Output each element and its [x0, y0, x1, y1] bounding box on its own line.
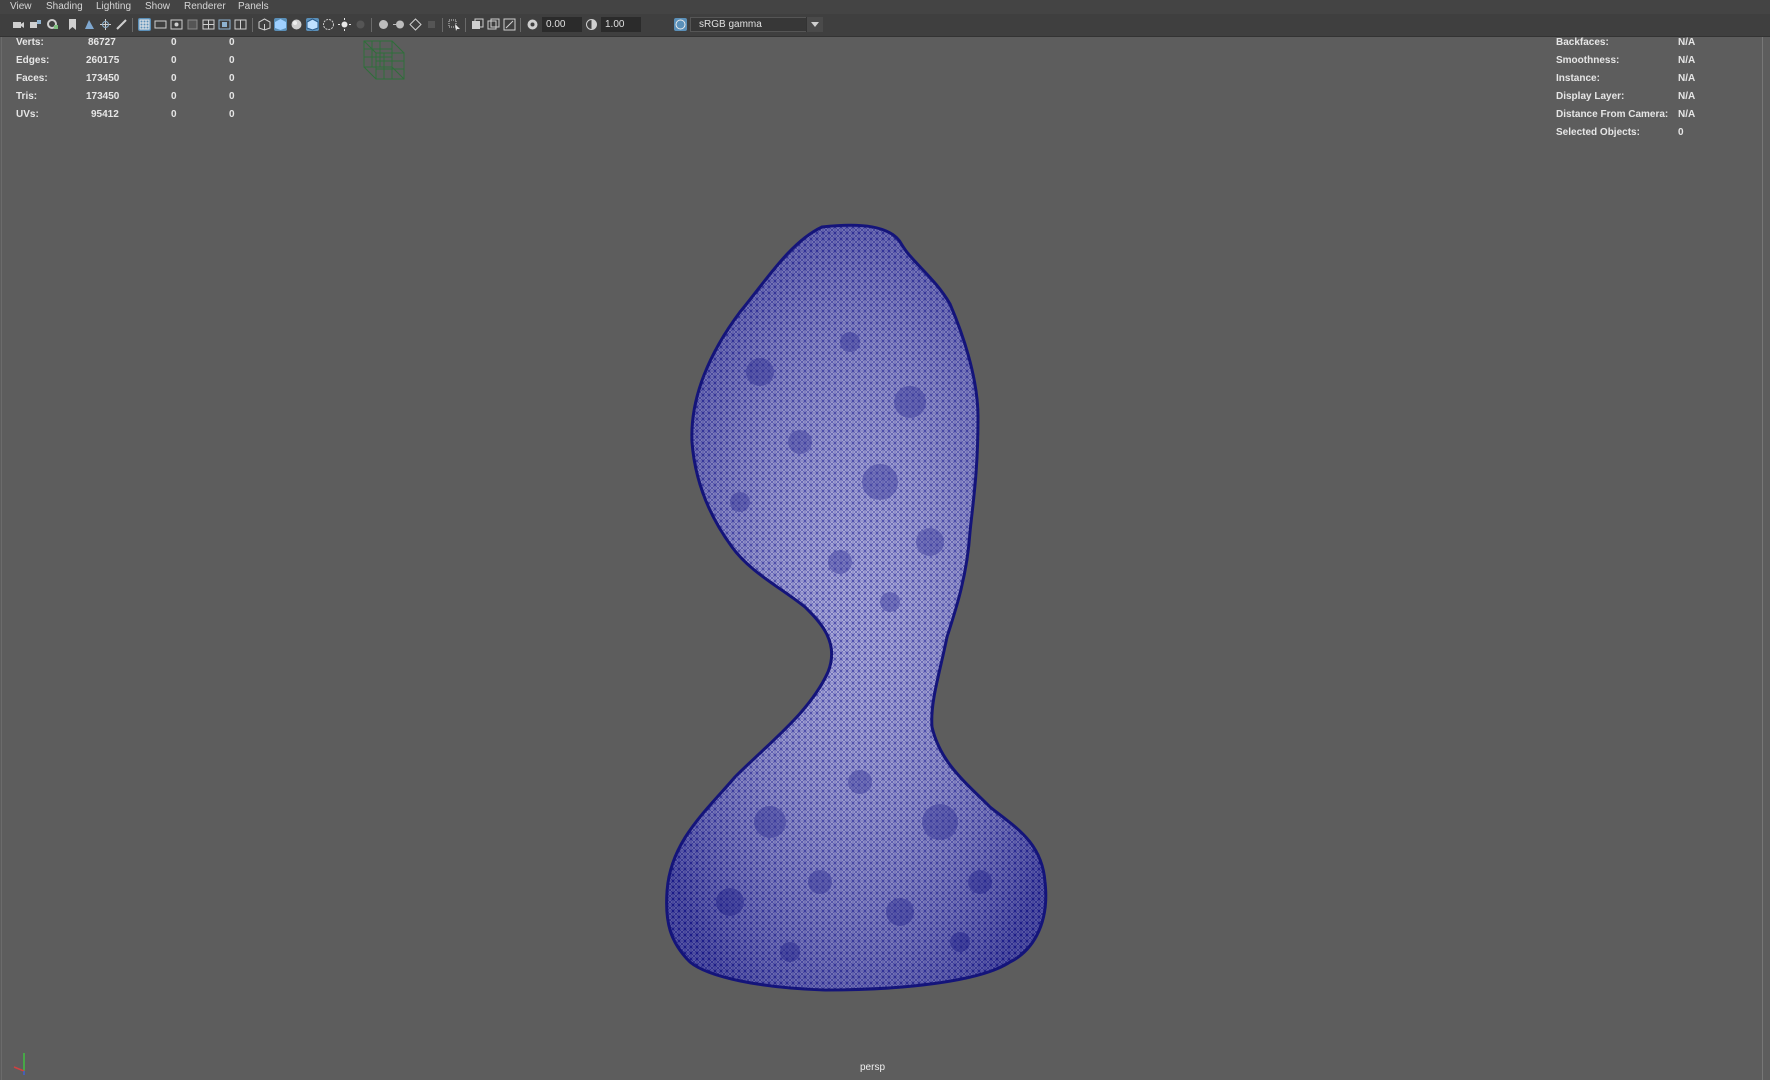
- shadows-icon[interactable]: [354, 18, 367, 31]
- film-gate-icon[interactable]: [154, 18, 167, 31]
- use-all-lights-icon[interactable]: [338, 18, 351, 31]
- menu-show[interactable]: Show: [145, 1, 170, 13]
- gate-mask-icon[interactable]: [186, 18, 199, 31]
- toolbar-separator: [520, 18, 521, 32]
- textures-icon[interactable]: [503, 18, 516, 31]
- uvs-components: 0: [229, 109, 235, 120]
- toolbar-separator: [465, 18, 466, 32]
- image-plane-icon[interactable]: [83, 18, 96, 31]
- default-material-icon[interactable]: [290, 18, 303, 31]
- display-layer-label: Display Layer:: [1556, 91, 1625, 102]
- smooth-shade-icon[interactable]: [274, 18, 287, 31]
- tris-label: Tris:: [16, 91, 38, 102]
- toolbar-separator: [132, 18, 133, 32]
- 2d-pan-zoom-icon[interactable]: [99, 18, 112, 31]
- motion-blur-icon[interactable]: [393, 18, 406, 31]
- camera-name-label: persp: [860, 1062, 886, 1073]
- resolution-gate-icon[interactable]: [170, 18, 183, 31]
- color-space-dropdown[interactable]: sRGB gamma: [690, 17, 823, 32]
- menu-renderer[interactable]: Renderer: [184, 1, 226, 13]
- smoothness-label: Smoothness:: [1556, 55, 1620, 66]
- menu-panels[interactable]: Panels: [238, 1, 269, 13]
- wireframe-icon[interactable]: [258, 18, 271, 31]
- distance-from-camera-value: N/A: [1678, 109, 1696, 120]
- smoothness-value: N/A: [1678, 55, 1696, 66]
- backfaces-label: Backfaces:: [1556, 37, 1609, 48]
- bookmark-camera-icon[interactable]: [46, 18, 59, 31]
- faces-components: 0: [229, 73, 235, 84]
- backfaces-value: N/A: [1678, 37, 1696, 48]
- safe-action-icon[interactable]: [218, 18, 231, 31]
- verts-components: 0: [229, 37, 235, 48]
- tris-components: 0: [229, 91, 235, 102]
- field-chart-icon[interactable]: [202, 18, 215, 31]
- select-camera-icon[interactable]: [12, 18, 25, 31]
- anti-aliasing-icon[interactable]: [409, 18, 422, 31]
- selected-objects-label: Selected Objects:: [1556, 127, 1640, 138]
- isolate-select-icon[interactable]: [448, 18, 461, 31]
- uvs-label: UVs:: [16, 109, 39, 120]
- menu-view[interactable]: View: [10, 1, 32, 13]
- xray-icon[interactable]: [322, 18, 335, 31]
- selected-objects-value: 0: [1678, 127, 1684, 138]
- panel-menu-bar: View Shading Lighting Show Renderer Pane…: [0, 0, 1770, 14]
- safe-title-icon[interactable]: [234, 18, 247, 31]
- color-management-icon[interactable]: [674, 18, 687, 31]
- faces-label: Faces:: [16, 73, 48, 84]
- edges-selected: 0: [171, 55, 177, 66]
- faces-value: 173450: [86, 73, 120, 84]
- viewport-left-border: [1, 37, 2, 1080]
- gamma-field[interactable]: 1.00: [601, 17, 641, 32]
- edges-value: 260175: [86, 55, 120, 66]
- gamma-icon[interactable]: [585, 18, 598, 31]
- uvs-value: 95412: [91, 109, 119, 120]
- toolbar-separator: [442, 18, 443, 32]
- grid-icon[interactable]: [138, 18, 151, 31]
- instance-label: Instance:: [1556, 73, 1600, 84]
- viewport-right-border: [1762, 37, 1763, 1080]
- tris-selected: 0: [171, 91, 177, 102]
- panel-toolbar: 0.00 1.00 sRGB gamma: [0, 14, 1770, 37]
- menu-lighting[interactable]: Lighting: [96, 1, 131, 13]
- depth-of-field-icon[interactable]: [425, 18, 438, 31]
- edges-label: Edges:: [16, 55, 50, 66]
- faces-selected: 0: [171, 73, 177, 84]
- toolbar-separator: [371, 18, 372, 32]
- chevron-down-icon[interactable]: [806, 17, 823, 32]
- xray-active-components-icon[interactable]: [487, 18, 500, 31]
- verts-value: 86727: [88, 37, 116, 48]
- view-cube-icon[interactable]: [360, 37, 408, 82]
- screen-space-ao-icon[interactable]: [377, 18, 390, 31]
- toolbar-separator: [252, 18, 253, 32]
- edges-components: 0: [229, 55, 235, 66]
- menu-shading[interactable]: Shading: [46, 1, 83, 13]
- grease-pencil-icon[interactable]: [115, 18, 128, 31]
- exposure-field[interactable]: 0.00: [542, 17, 582, 32]
- display-layer-value: N/A: [1678, 91, 1696, 102]
- distance-from-camera-label: Distance From Camera:: [1556, 109, 1669, 120]
- wireframe-mesh[interactable]: [640, 182, 1060, 992]
- xray-joints-icon[interactable]: [471, 18, 484, 31]
- verts-label: Verts:: [16, 37, 44, 48]
- verts-selected: 0: [171, 37, 177, 48]
- instance-value: N/A: [1678, 73, 1696, 84]
- camera-attributes-icon[interactable]: [29, 18, 42, 31]
- exposure-icon[interactable]: [526, 18, 539, 31]
- uvs-selected: 0: [171, 109, 177, 120]
- bookmark-icon[interactable]: [66, 18, 79, 31]
- viewport[interactable]: Verts: 86727 0 0 Edges: 260175 0 0 Faces…: [0, 37, 1770, 1080]
- axis-indicator-icon: [13, 1053, 25, 1075]
- tris-value: 173450: [86, 91, 120, 102]
- wireframe-on-shaded-icon[interactable]: [306, 18, 319, 31]
